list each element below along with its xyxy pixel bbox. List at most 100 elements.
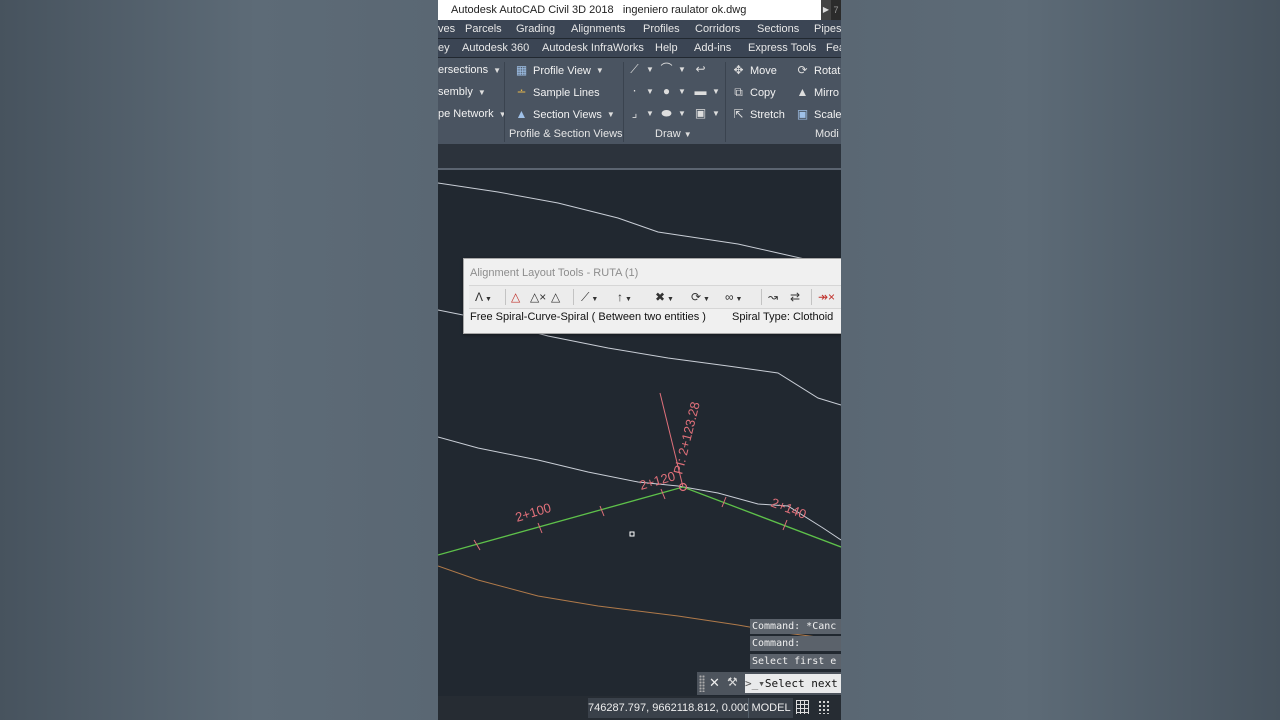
sample-lines-button[interactable]: ∸ Sample Lines xyxy=(515,86,600,99)
station-tick xyxy=(599,505,605,517)
reverse-direction-button[interactable]: ⇄ xyxy=(790,289,800,305)
delete-pi-icon: △× xyxy=(530,290,547,304)
ellipse-tool[interactable]: ⬬ ▼ xyxy=(660,107,686,120)
sample-lines-label: Sample Lines xyxy=(533,86,600,99)
chevron-down-icon: ▼ xyxy=(712,109,720,118)
intersections-button[interactable]: ersections ▼ xyxy=(438,64,501,76)
rotate-icon: ⟳ xyxy=(797,63,808,77)
tab-pipes[interactable]: Pipes xyxy=(814,23,841,35)
break-apart-pi-icon: △ xyxy=(551,290,561,304)
command-prompt-text: Select next xyxy=(764,677,838,690)
arc-tool[interactable]: ⌒ ▼ xyxy=(660,63,686,76)
command-line: ✕ ⚒ >_▾Select next xyxy=(697,672,841,695)
chevron-down-icon: ▼ xyxy=(678,109,686,118)
chevron-down-icon: ▼ xyxy=(646,65,654,74)
copy-button[interactable]: ⧉ Copy xyxy=(732,86,776,99)
chevron-down-icon: ▼ xyxy=(498,109,507,119)
title-bar: Autodesk AutoCAD Civil 3D 2018 ingeniero… xyxy=(438,0,841,20)
tab-help[interactable]: Help xyxy=(655,42,678,54)
insert-pi-icon: △ xyxy=(511,290,521,304)
delete-subentity-button[interactable]: ↠× xyxy=(818,289,835,305)
draw-panel-title[interactable]: Draw ▼ xyxy=(655,128,692,140)
line-tool[interactable]: ⟋ ▼ xyxy=(628,63,654,76)
insert-pi-button[interactable]: △ xyxy=(511,289,520,305)
ribbon: ersections ▼ sembly ▼ pe Network ▼ ▦ Profile… xyxy=(438,58,841,144)
drawing-canvas[interactable]: 2+100 2+120 2+140 PI: 2+123.28 xyxy=(438,170,841,696)
stretch-button[interactable]: ⇱ Stretch xyxy=(732,107,784,121)
chevron-down-icon: ▼ xyxy=(589,296,599,303)
rotate-button[interactable]: ⟳ Rotat xyxy=(796,64,840,77)
edit-best-fit-icon: ↝ xyxy=(768,290,779,304)
autocad-window: Autodesk AutoCAD Civil 3D 2018 ingeniero… xyxy=(438,0,841,720)
grid-icon[interactable] xyxy=(796,700,809,714)
convert-icon: ∞ xyxy=(725,290,734,304)
draw-panel-label: Draw xyxy=(655,128,681,140)
tab-express-tools[interactable]: Express Tools xyxy=(748,42,816,54)
tab-add-ins[interactable]: Add-ins xyxy=(694,42,731,54)
mirror-button[interactable]: ▲ Mirro xyxy=(796,85,840,99)
chevron-down-icon: ▼ xyxy=(683,130,692,139)
toolbar-separator xyxy=(811,289,812,305)
model-space-button[interactable]: MODEL xyxy=(748,698,793,718)
mirror-icon: ▲ xyxy=(796,85,809,99)
construction-line-tool[interactable]: ⋅ ▼ xyxy=(628,85,654,98)
station-label: 2+100 xyxy=(513,500,552,525)
spline-tool[interactable]: ⌟ ▼ xyxy=(628,107,654,120)
curve-tools-button[interactable]: ↑ ▼ xyxy=(617,289,632,305)
chevron-down-icon: ▼ xyxy=(712,87,720,96)
tab-autodesk-infraworks[interactable]: Autodesk InfraWorks xyxy=(542,42,644,54)
modify-panel-title[interactable]: Modi xyxy=(815,128,839,140)
wrench-icon[interactable]: ⚒ xyxy=(727,675,738,689)
profile-view-icon: ▦ xyxy=(515,63,528,77)
tab-surfaces[interactable]: ves xyxy=(438,23,455,35)
section-views-button[interactable]: ▲ Section Views ▼ xyxy=(515,108,615,121)
copy-label: Copy xyxy=(750,86,776,99)
move-button[interactable]: ✥ Move xyxy=(732,64,776,77)
delete-subentity-icon: ↠× xyxy=(818,290,836,304)
pi-tools-icon: Λ xyxy=(475,290,484,304)
edit-best-fit-button[interactable]: ↝ xyxy=(768,289,778,305)
tab-profiles[interactable]: Profiles xyxy=(643,23,680,35)
stretch-icon: ⇱ xyxy=(733,107,744,121)
tab-alignments[interactable]: Alignments xyxy=(571,23,625,35)
drag-handle[interactable] xyxy=(699,675,705,692)
tab-corridors[interactable]: Corridors xyxy=(695,23,740,35)
tab-autodesk-360[interactable]: Autodesk 360 xyxy=(462,42,529,54)
pi-station-label: PI: 2+123.28 xyxy=(670,400,702,476)
coordinate-readout[interactable]: 746287.797, 9662118.812, 0.000 xyxy=(588,698,749,718)
delete-pi-button[interactable]: △× xyxy=(530,289,546,305)
tab-featureline[interactable]: Fea xyxy=(826,42,841,54)
polyline-tool[interactable]: ↩ xyxy=(694,63,707,76)
pipe-network-button[interactable]: pe Network ▼ xyxy=(438,108,507,120)
section-views-icon: ▲ xyxy=(515,107,528,121)
tab-survey[interactable]: ey xyxy=(438,42,450,54)
tab-sections[interactable]: Sections xyxy=(757,23,799,35)
construction-line-icon: ⋅ xyxy=(632,84,637,98)
tab-grading[interactable]: Grading xyxy=(516,23,555,35)
rectangle-tool[interactable]: ▬ ▼ xyxy=(694,85,720,98)
chevron-down-icon: ▼ xyxy=(733,296,743,303)
hatch-tool[interactable]: ▣ ▼ xyxy=(694,107,720,120)
scale-button[interactable]: ▣ Scale xyxy=(796,108,841,121)
ribbon-tabs-row1: ves Parcels Grading Alignments Profiles … xyxy=(438,20,841,38)
chevron-down-icon: ▼ xyxy=(665,296,674,303)
reverse-tools-button[interactable]: ⟳ ▼ xyxy=(691,289,710,305)
spiral-tools-button[interactable]: ✖ ▼ xyxy=(655,289,674,305)
profile-view-button[interactable]: ▦ Profile View ▼ xyxy=(515,64,604,77)
polyline-icon: ↩ xyxy=(695,62,706,76)
snap-icon[interactable] xyxy=(818,700,831,714)
tangent-tools-button[interactable]: ⟋ ▼ xyxy=(581,289,598,305)
circle-tool[interactable]: ● ▼ xyxy=(660,85,686,98)
pi-tools-button[interactable]: Λ ▼ xyxy=(475,289,492,305)
assembly-button[interactable]: sembly ▼ xyxy=(438,86,486,98)
tab-parcels[interactable]: Parcels xyxy=(465,23,502,35)
convert-tools-button[interactable]: ∞ ▼ xyxy=(725,289,742,305)
profile-section-panel-title[interactable]: Profile & Section Views xyxy=(509,128,623,140)
command-input[interactable]: >_▾Select next xyxy=(745,674,841,693)
pickbox-cursor xyxy=(629,531,635,537)
assembly-label: sembly xyxy=(438,86,473,98)
break-apart-pi-button[interactable]: △ xyxy=(551,289,560,305)
close-icon[interactable]: ✕ xyxy=(709,675,720,691)
title-overflow-arrow-icon[interactable]: ▶ xyxy=(821,0,831,20)
chevron-down-icon: ▼ xyxy=(678,65,686,74)
